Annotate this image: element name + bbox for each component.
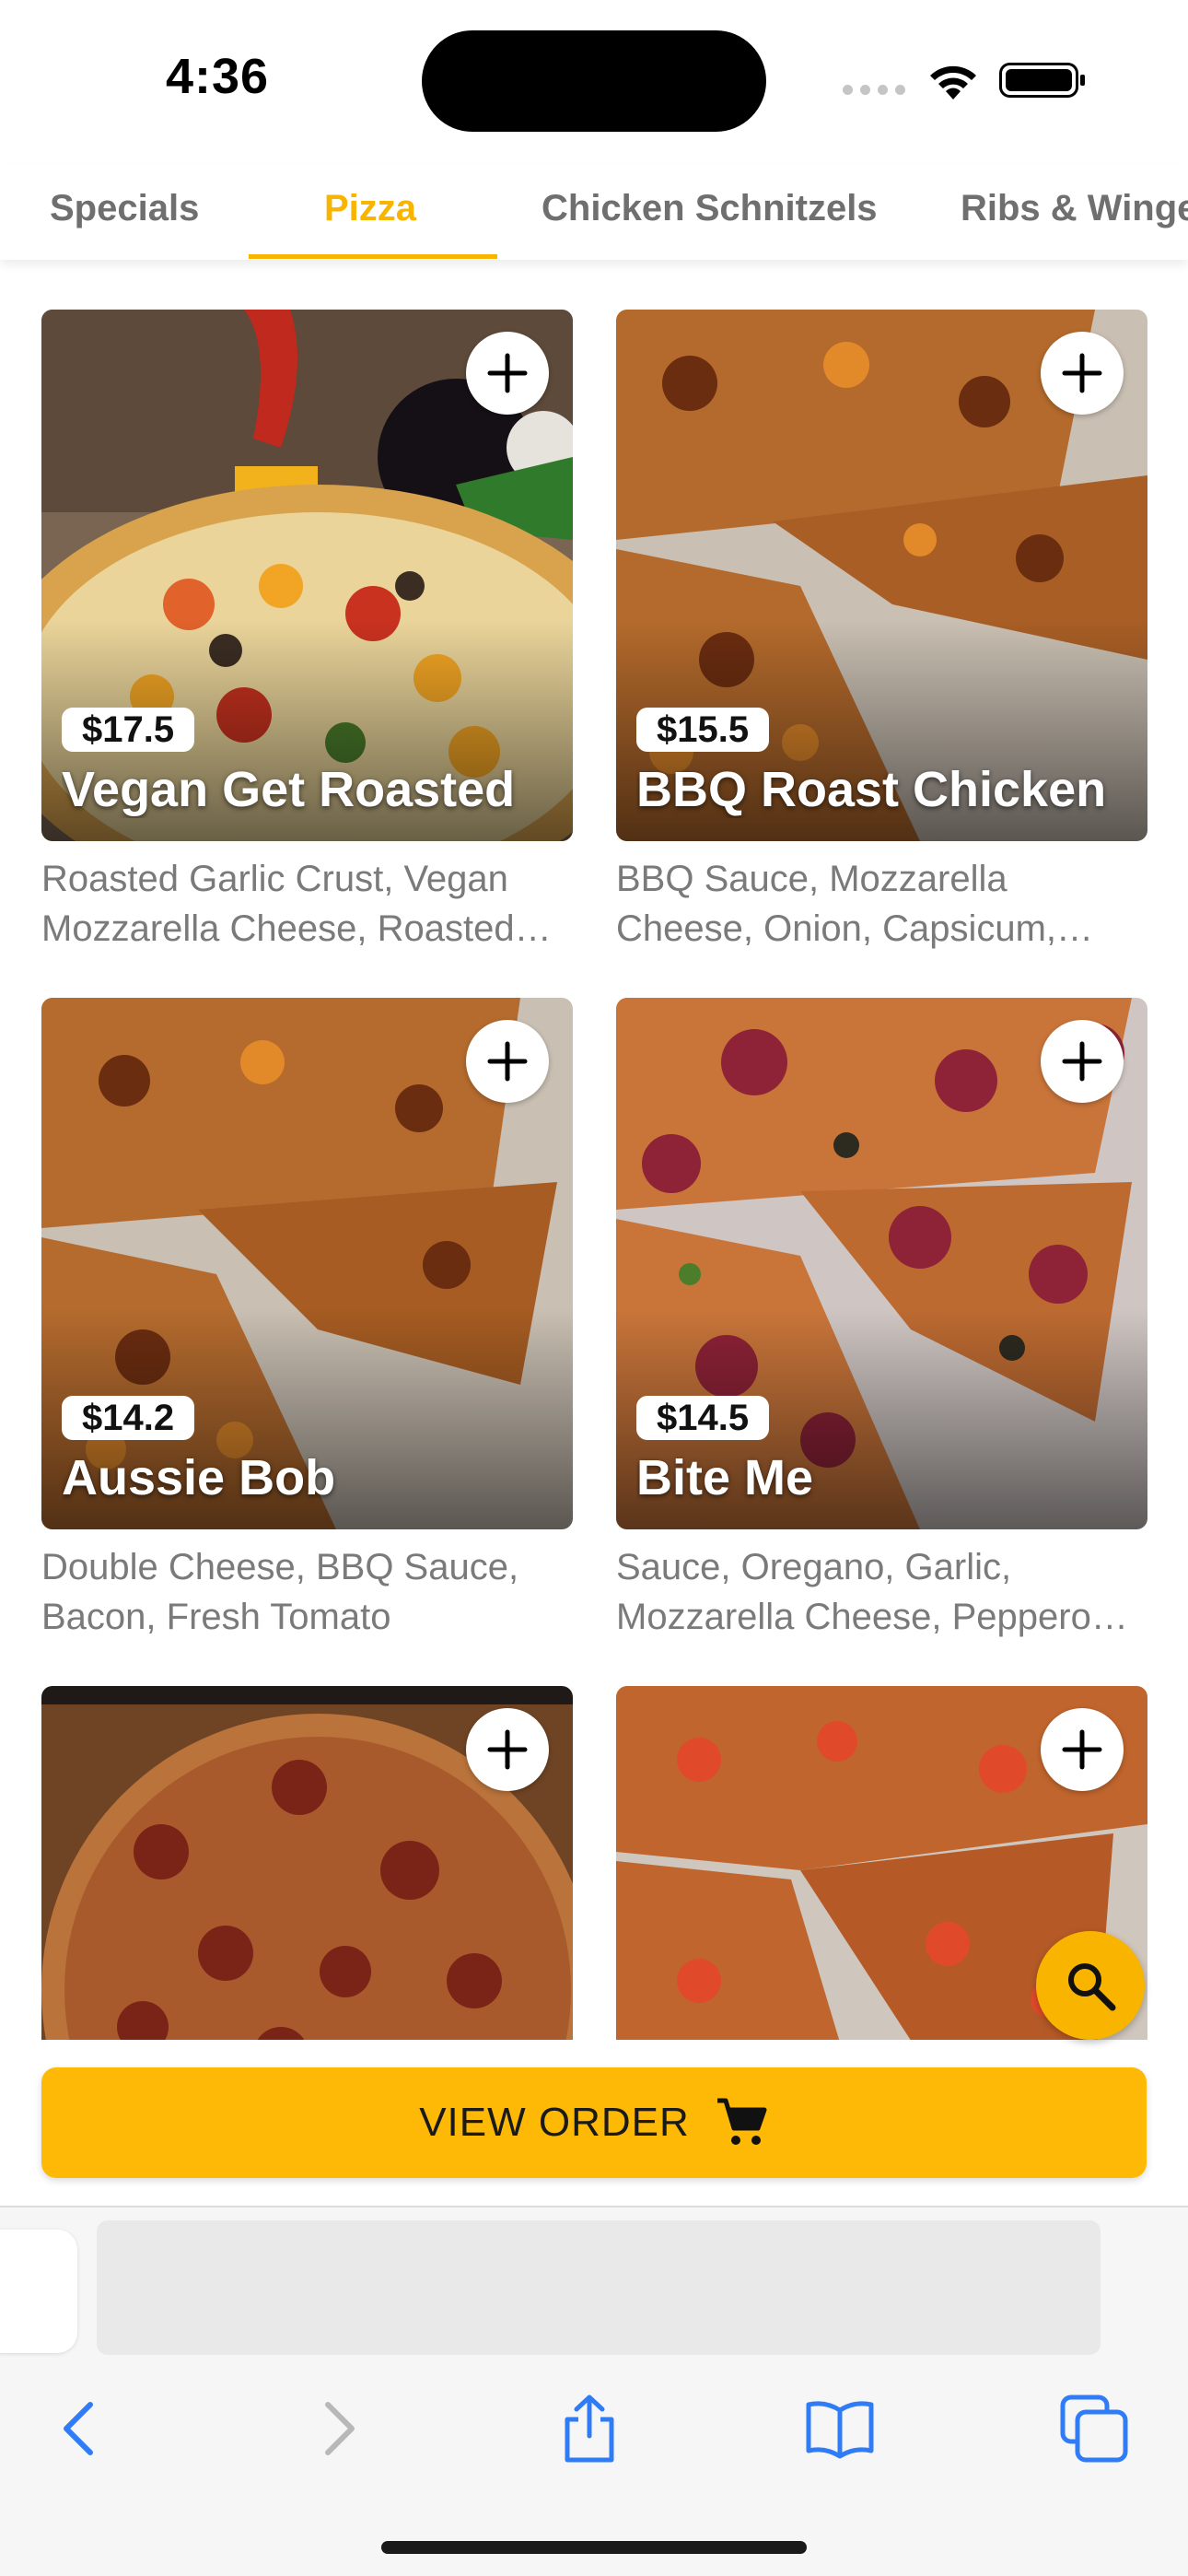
- share-button[interactable]: [553, 2392, 626, 2465]
- price-badge: $14.2: [62, 1396, 195, 1440]
- tab-chicken-schnitzels[interactable]: Chicken Schnitzels: [542, 188, 878, 229]
- price-badge: $17.5: [62, 708, 195, 752]
- share-icon: [565, 2395, 614, 2463]
- browser-toolbar: [0, 2206, 1188, 2576]
- search-button[interactable]: [1036, 1931, 1145, 2040]
- forward-icon: [325, 2402, 355, 2455]
- cart-icon: [716, 2098, 767, 2145]
- add-to-order-button[interactable]: [1041, 1708, 1124, 1791]
- product-name: Bite Me: [636, 1450, 814, 1505]
- price-badge: $15.5: [636, 708, 770, 752]
- add-to-order-button[interactable]: [466, 1708, 549, 1791]
- forward-button[interactable]: [300, 2392, 374, 2465]
- add-to-order-button[interactable]: [1041, 1020, 1124, 1103]
- product-image[interactable]: $14.5 Bite Me: [616, 998, 1147, 1529]
- product-description: BBQ Sauce, Mozzarella Cheese, Onion, Cap…: [616, 859, 1094, 949]
- tab-specials[interactable]: Specials: [50, 188, 199, 229]
- back-icon: [64, 2402, 93, 2455]
- browser-nav-toolbar: [0, 2383, 1188, 2475]
- tab-pizza[interactable]: Pizza: [324, 188, 416, 229]
- status-icons: [843, 59, 1087, 101]
- home-indicator: [381, 2541, 807, 2554]
- view-order-button[interactable]: VIEW ORDER: [41, 2067, 1147, 2178]
- tabs-icon: [1060, 2395, 1128, 2463]
- plus-icon: [1062, 353, 1102, 393]
- add-to-order-button[interactable]: [466, 332, 549, 415]
- product-card[interactable]: [41, 1686, 573, 2040]
- product-description: Roasted Garlic Crust, Vegan Mozzarella C…: [41, 859, 552, 949]
- product-image[interactable]: [41, 1686, 573, 2040]
- plus-icon: [1062, 1729, 1102, 1770]
- add-to-order-button[interactable]: [466, 1020, 549, 1103]
- product-card[interactable]: $15.5 BBQ Roast Chicken BBQ Sauce, Mozza…: [616, 310, 1147, 955]
- tab-ribs-wings[interactable]: Ribs & Winge: [961, 188, 1188, 229]
- plus-icon: [487, 1041, 528, 1082]
- dynamic-island: [422, 30, 766, 132]
- product-grid: $17.5 Vegan Get Roasted Roasted Garlic C…: [0, 260, 1188, 2040]
- product-name: Vegan Get Roasted: [62, 762, 516, 817]
- battery-icon: [999, 63, 1085, 98]
- back-button[interactable]: [44, 2392, 118, 2465]
- product-description: Double Cheese, BBQ Sauce, Bacon, Fresh T…: [41, 1547, 519, 1637]
- product-image[interactable]: $15.5 BBQ Roast Chicken: [616, 310, 1147, 841]
- product-image[interactable]: $14.2 Aussie Bob: [41, 998, 573, 1529]
- product-card[interactable]: $14.5 Bite Me Sauce, Oregano, Garlic, Mo…: [616, 998, 1147, 1644]
- product-card[interactable]: $17.5 Vegan Get Roasted Roasted Garlic C…: [41, 310, 573, 955]
- bookmarks-icon: [806, 2401, 874, 2459]
- status-bar: 4:36: [0, 0, 1188, 161]
- status-time: 4:36: [166, 49, 270, 104]
- address-bar[interactable]: [97, 2220, 1101, 2355]
- cellular-signal-icon: [843, 85, 905, 95]
- add-to-order-button[interactable]: [1041, 332, 1124, 415]
- product-name: Aussie Bob: [62, 1450, 336, 1505]
- bookmarks-button[interactable]: [803, 2392, 877, 2465]
- view-order-label: VIEW ORDER: [419, 2100, 690, 2145]
- plus-icon: [1062, 1041, 1102, 1082]
- search-icon: [1068, 1963, 1116, 2011]
- product-card[interactable]: $14.2 Aussie Bob Double Cheese, BBQ Sauc…: [41, 998, 573, 1644]
- plus-icon: [487, 353, 528, 393]
- previous-tab-preview[interactable]: [0, 2230, 77, 2353]
- plus-icon: [487, 1729, 528, 1770]
- wifi-icon: [930, 65, 976, 100]
- price-badge: $14.5: [636, 1396, 770, 1440]
- active-tab-indicator: [249, 254, 497, 259]
- product-description: Sauce, Oregano, Garlic, Mozzarella Chees…: [616, 1547, 1128, 1637]
- category-tabs: Specials Pizza Chicken Schnitzels Ribs &…: [0, 164, 1188, 260]
- product-image[interactable]: $17.5 Vegan Get Roasted: [41, 310, 573, 841]
- product-name: BBQ Roast Chicken: [636, 762, 1107, 817]
- tabs-button[interactable]: [1057, 2392, 1131, 2465]
